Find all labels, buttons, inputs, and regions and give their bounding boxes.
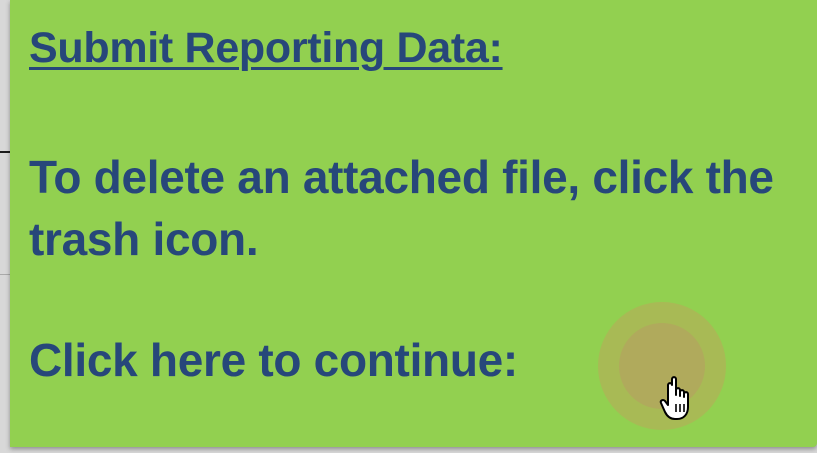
continue-button[interactable]	[598, 302, 726, 430]
continue-button-core[interactable]	[619, 323, 705, 409]
continue-row: Click here to continue:	[29, 302, 726, 430]
continue-label: Click here to continue:	[29, 334, 518, 386]
callout-instruction: To delete an attached file, click the tr…	[29, 151, 774, 265]
tutorial-callout: Submit Reporting Data: To delete an atta…	[10, 0, 817, 447]
callout-title: Submit Reporting Data:	[29, 24, 503, 72]
